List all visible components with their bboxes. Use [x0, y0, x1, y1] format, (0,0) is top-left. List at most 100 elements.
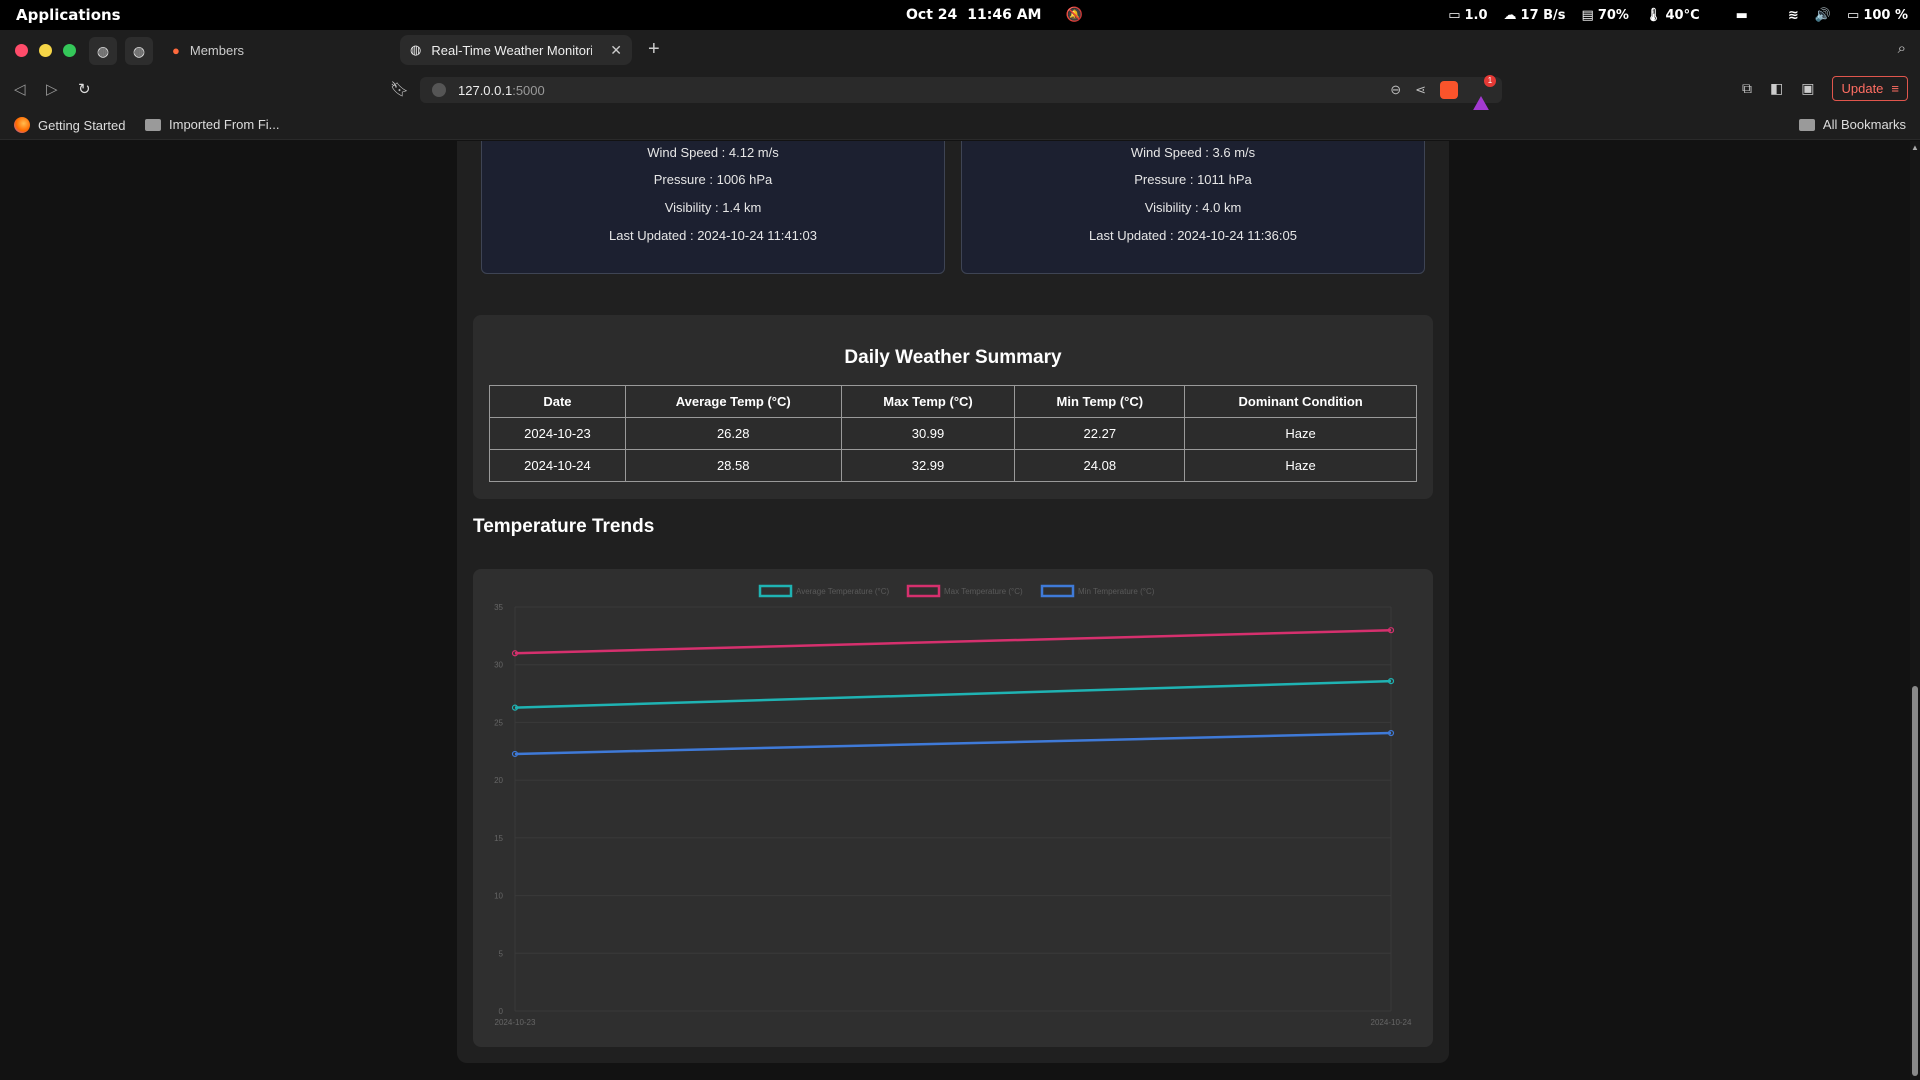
globe-icon: ◍ — [132, 42, 146, 59]
y-tick-label: 20 — [494, 776, 503, 785]
close-icon[interactable]: ✕ — [610, 42, 622, 59]
mem-indicator[interactable]: ▤ 70% — [1582, 8, 1629, 23]
legend-label: Max Temperature (°C) — [944, 587, 1023, 596]
wifi-icon[interactable]: ≋ — [1788, 8, 1799, 23]
applications-menu[interactable]: Applications — [16, 6, 121, 24]
table-cell: 26.28 — [624, 417, 842, 450]
y-tick-label: 30 — [494, 661, 503, 670]
folder-icon — [1798, 118, 1815, 131]
reload-icon[interactable]: ↻ — [78, 80, 91, 98]
bookmark-folder-imported[interactable]: Imported From Fi... — [145, 117, 280, 132]
y-tick-label: 10 — [494, 892, 503, 901]
chart-svg: 0 5 10 15 20 25 30 35 2024-10-23 2024-10-24 Averag… — [494, 584, 1412, 1027]
back-icon[interactable]: ◁ — [14, 80, 26, 98]
window-icon[interactable]: ▬ — [1736, 8, 1748, 23]
folder-icon — [145, 118, 161, 131]
visibility: Visibility : 1.4 km — [664, 200, 762, 215]
x-tick-label: 2024-10-24 — [1371, 1018, 1412, 1027]
column-header: Min Temp (°C) — [1014, 385, 1186, 418]
new-tab-button[interactable]: + — [648, 38, 660, 61]
sidebar-icon[interactable]: ◧ — [1770, 80, 1783, 97]
globe-icon: ◍ — [96, 42, 110, 59]
table-header-row: Date Average Temp (°C) Max Temp (°C) Min… — [489, 385, 1417, 418]
close-window-button[interactable] — [15, 44, 28, 57]
series-line — [514, 731, 1392, 756]
update-button[interactable]: Update ≡ — [1832, 76, 1908, 101]
battery-indicator[interactable]: ▭ 100 % — [1847, 8, 1908, 23]
daily-summary-panel: Daily Weather Summary Date Average Temp … — [473, 315, 1433, 499]
scrollbar-thumb[interactable] — [1912, 686, 1918, 1076]
legend-swatch — [1040, 584, 1075, 598]
globe-icon: ◍ — [410, 42, 422, 57]
visibility: Visibility : 4.0 km — [1144, 200, 1242, 215]
volume-icon[interactable]: 🔊 — [1815, 8, 1831, 23]
temp-indicator[interactable]: 🌡 40°C — [1645, 8, 1700, 23]
thermometer-icon: 🌡 — [1644, 7, 1662, 23]
pinned-tab-1[interactable]: ◍ — [89, 37, 117, 65]
tab-search-icon[interactable]: ⌕ — [1898, 40, 1906, 57]
url-port: :5000 — [512, 82, 545, 98]
summary-table: Date Average Temp (°C) Max Temp (°C) Min… — [489, 385, 1417, 482]
forward-icon[interactable]: ▷ — [46, 80, 58, 98]
scroll-up-icon[interactable]: ▲ — [1911, 143, 1919, 152]
pinned-tab-2[interactable]: ◍ — [125, 37, 153, 65]
pressure: Pressure : 1006 hPa — [653, 172, 773, 187]
wallet-icon[interactable]: ▣ — [1801, 80, 1814, 97]
os-top-bar: Applications Oct 24 11:46 AM 🔕 ▭ 1.0 ☁ 17 … — [0, 0, 1920, 30]
bookmark-icon[interactable]: 🔖︎ — [390, 80, 409, 98]
legend-swatch — [906, 584, 941, 598]
series-line — [514, 628, 1392, 655]
extensions-icon[interactable]: ⧉ — [1742, 80, 1752, 97]
trends-title: Temperature Trends — [473, 516, 655, 537]
address-bar[interactable]: 127.0.0.1 :5000 ⊖ ⋖ 1 — [420, 75, 1502, 112]
share-icon[interactable]: ⋖ — [1415, 82, 1426, 98]
firefox-icon — [14, 117, 30, 133]
url-host: 127.0.0.1 — [458, 82, 513, 98]
battery-icon: ▭ — [1847, 7, 1860, 23]
table-cell: 24.08 — [1014, 449, 1186, 482]
tab-weather[interactable]: ◍ Real-Time Weather Monitori ✕ — [400, 35, 632, 65]
rewards-icon[interactable]: 1 — [1472, 75, 1496, 112]
city-weather-card: Wind Speed : 3.6 m/s Pressure : 1011 hPa… — [961, 141, 1425, 274]
clock[interactable]: Oct 24 11:46 AM 🔕 — [906, 7, 1083, 23]
brave-shield-icon[interactable] — [1440, 81, 1458, 99]
wind-speed: Wind Speed : 4.12 m/s — [647, 145, 779, 160]
net-indicator[interactable]: ☁ 17 B/s — [1504, 8, 1566, 23]
bookmarks-bar: Getting Started Imported From Fi... All … — [0, 110, 1920, 140]
maximize-window-button[interactable] — [63, 44, 76, 57]
series-line — [514, 679, 1392, 709]
tab-bar: ◍ ◍ ● Members ◍ Real-Time Weather Monito… — [0, 30, 1920, 70]
wind-speed: Wind Speed : 3.6 m/s — [1130, 145, 1256, 160]
legend-label: Min Temperature (°C) — [1078, 587, 1155, 596]
table-cell: 28.58 — [624, 449, 842, 482]
table-cell: Haze — [1184, 417, 1417, 450]
scrollbar[interactable]: ▲ — [1910, 141, 1920, 1080]
time-label: 11:46 AM — [967, 7, 1042, 23]
bookmark-getting-started[interactable]: Getting Started — [14, 117, 125, 133]
y-tick-label: 25 — [494, 718, 503, 727]
memory-icon: ▤ — [1581, 7, 1594, 23]
zoom-icon[interactable]: ⊖ — [1390, 82, 1401, 98]
bell-off-icon: 🔕 — [1065, 7, 1083, 23]
last-updated: Last Updated : 2024-10-24 11:36:05 — [1089, 228, 1297, 243]
cpu-indicator[interactable]: ▭ 1.0 — [1448, 8, 1487, 23]
table-cell: Haze — [1184, 449, 1417, 482]
x-tick-label: 2024-10-23 — [495, 1018, 536, 1027]
main-container: Wind Speed : 4.12 m/s Pressure : 1006 hP… — [457, 141, 1449, 1063]
all-bookmarks-button[interactable]: All Bookmarks — [1798, 117, 1906, 132]
column-header: Date — [489, 385, 626, 418]
favicon-icon: ● — [172, 42, 180, 58]
menu-icon: ≡ — [1891, 81, 1899, 96]
minimize-window-button[interactable] — [39, 44, 52, 57]
table-cell: 32.99 — [840, 449, 1016, 482]
table-cell: 22.27 — [1014, 417, 1186, 450]
tab-label: Members — [189, 42, 245, 58]
monitor-icon: ▭ — [1448, 7, 1461, 23]
nav-bar: ◁ ▷ ↻ 🔖︎ 127.0.0.1 :5000 ⊖ ⋖ 1 ⧉ ◧ ▣ Upd… — [0, 70, 1920, 112]
column-header: Max Temp (°C) — [840, 385, 1016, 418]
rewards-badge: 1 — [1484, 75, 1496, 87]
site-info-icon[interactable] — [432, 83, 446, 97]
system-tray: ▭ 1.0 ☁ 17 B/s ▤ 70% 🌡 40°C ▬ ≋ 🔊 ▭ 100 % — [1448, 8, 1908, 23]
pressure: Pressure : 1011 hPa — [1134, 172, 1252, 187]
tab-members[interactable]: ● Members — [162, 35, 392, 65]
